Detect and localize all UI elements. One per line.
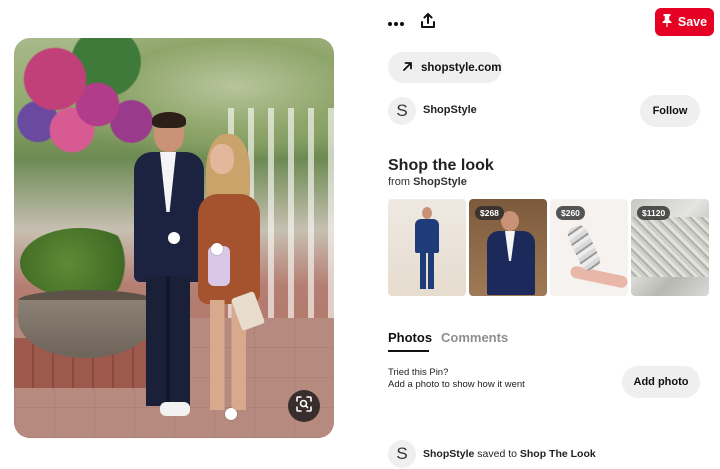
product-image-clutch xyxy=(631,217,709,277)
product-image-suit xyxy=(415,207,439,291)
share-upload-icon xyxy=(420,12,436,34)
product-hotspot[interactable] xyxy=(168,232,180,244)
avatar-letter: S xyxy=(396,444,408,463)
arrow-up-right-icon xyxy=(402,61,413,75)
product-hotspot[interactable] xyxy=(211,243,223,255)
save-label: Save xyxy=(677,15,708,29)
product-card[interactable]: $268 xyxy=(469,199,547,296)
from-name[interactable]: ShopStyle xyxy=(413,176,467,188)
share-button[interactable] xyxy=(418,12,438,34)
price-badge: $260 xyxy=(556,206,585,220)
ellipsis-icon xyxy=(388,14,404,32)
source-name[interactable]: ShopStyle xyxy=(423,104,477,116)
save-button[interactable]: Save xyxy=(655,8,714,36)
source-url-label: shopstyle.com xyxy=(421,61,502,74)
source-avatar[interactable]: S xyxy=(388,97,416,125)
add-photo-button[interactable]: Add photo xyxy=(622,366,700,398)
follow-button[interactable]: Follow xyxy=(640,95,700,127)
product-hotspot[interactable] xyxy=(225,408,237,420)
visual-search-button[interactable] xyxy=(288,390,320,422)
saver-avatar[interactable]: S xyxy=(388,440,416,468)
product-carousel: $268 $260 $1120 xyxy=(388,199,714,296)
pin-image[interactable] xyxy=(14,38,334,438)
saved-to-board-line: ShopStyle saved to Shop The Look xyxy=(423,448,596,460)
product-card[interactable] xyxy=(388,199,466,296)
shop-the-look-subtitle: from ShopStyle xyxy=(388,176,467,188)
tried-line-1: Tried this Pin? xyxy=(388,367,449,378)
saved-to-text: saved to xyxy=(477,448,517,460)
product-card[interactable]: $260 xyxy=(550,199,628,296)
avatar-letter: S xyxy=(396,101,408,120)
pushpin-icon xyxy=(662,14,672,30)
woman-in-dress xyxy=(198,134,268,424)
planter-bush xyxy=(20,228,140,298)
product-image-blazer xyxy=(481,209,541,295)
shop-the-look-title: Shop the look xyxy=(388,157,494,174)
price-badge: $268 xyxy=(475,206,504,220)
tried-line-2: Add a photo to show how it went xyxy=(388,379,525,390)
saver-name[interactable]: ShopStyle xyxy=(423,448,474,460)
source-url-link[interactable]: shopstyle.com xyxy=(388,52,502,83)
visual-search-icon xyxy=(295,395,313,418)
tried-this-pin-text: Tried this Pin? Add a photo to show how … xyxy=(388,367,525,391)
price-badge: $1120 xyxy=(637,206,671,220)
active-tab-indicator xyxy=(388,350,429,352)
more-options-button[interactable] xyxy=(386,13,406,33)
product-card[interactable]: $1120 xyxy=(631,199,709,296)
tab-comments[interactable]: Comments xyxy=(441,330,508,345)
from-prefix: from xyxy=(388,176,410,188)
product-image-heels xyxy=(560,217,628,291)
tab-photos[interactable]: Photos xyxy=(388,330,432,345)
board-name-link[interactable]: Shop The Look xyxy=(520,448,596,460)
